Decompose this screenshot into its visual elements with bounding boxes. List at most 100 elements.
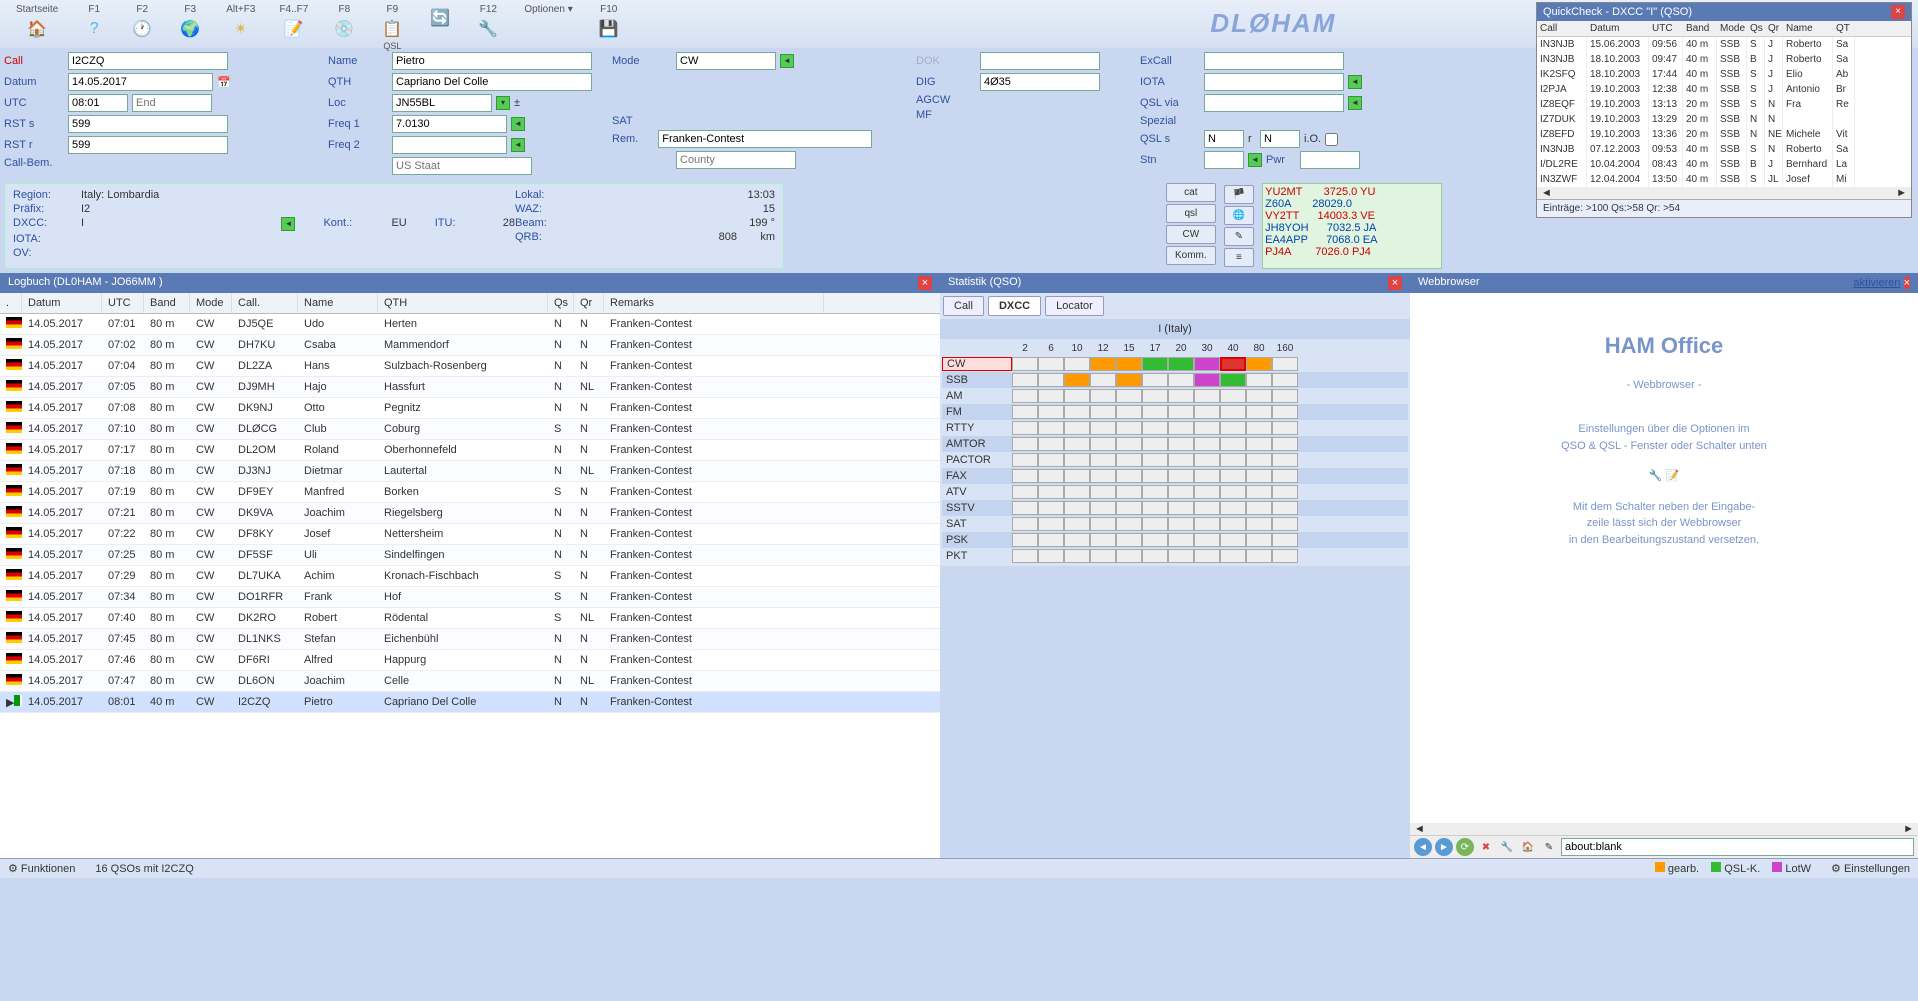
stn-dropdown-icon[interactable]: ◄: [1248, 153, 1262, 167]
usstaat-input[interactable]: [392, 157, 532, 175]
toolbar-F10[interactable]: F10💾: [585, 2, 633, 43]
dxcc-dropdown-icon[interactable]: ◄: [281, 217, 295, 231]
mode-dropdown-icon[interactable]: ◄: [780, 54, 794, 68]
tool-icon[interactable]: 🔧: [1498, 838, 1516, 856]
note-icon[interactable]: 📝: [1666, 470, 1680, 482]
log-row[interactable]: 14.05.201707:2180 mCWDK9VAJoachimRiegels…: [0, 503, 940, 524]
reload-icon[interactable]: ⟳: [1456, 838, 1474, 856]
freq2-dropdown-icon[interactable]: ◄: [511, 138, 525, 152]
cw-button[interactable]: CW: [1166, 225, 1216, 244]
close-icon[interactable]: ×: [1388, 276, 1402, 290]
freq1-input[interactable]: [392, 115, 507, 133]
close-icon[interactable]: ×: [1904, 277, 1910, 289]
qsls-r-input[interactable]: [1260, 130, 1300, 148]
log-row[interactable]: 14.05.201707:0880 mCWDK9NJOttoPegnitzNNF…: [0, 398, 940, 419]
log-row[interactable]: 14.05.201707:1080 mCWDLØCGClubCoburgSNFr…: [0, 419, 940, 440]
qc-scrollbar[interactable]: ◄►: [1537, 187, 1911, 199]
io-checkbox[interactable]: [1325, 133, 1338, 146]
stats-title: Statistik (QSO)×: [940, 273, 1410, 293]
qslvia-input[interactable]: [1204, 94, 1344, 112]
wand-icon[interactable]: ✎: [1224, 227, 1254, 246]
toolbar-Startseite[interactable]: Startseite🏠: [4, 2, 70, 43]
pwr-input[interactable]: [1300, 151, 1360, 169]
stop-icon[interactable]: ✖: [1477, 838, 1495, 856]
cat-button[interactable]: cat: [1166, 183, 1216, 202]
log-row[interactable]: 14.05.201707:4580 mCWDL1NKSStefanEichenb…: [0, 629, 940, 650]
close-icon[interactable]: ×: [1891, 5, 1905, 19]
excall-input[interactable]: [1204, 52, 1344, 70]
log-row[interactable]: ▶14.05.201708:0140 mCWI2CZQPietroCaprian…: [0, 692, 940, 713]
iota-input[interactable]: [1204, 73, 1344, 91]
tab-call[interactable]: Call: [943, 296, 984, 316]
datum-input[interactable]: [68, 73, 213, 91]
log-row[interactable]: 14.05.201707:2280 mCWDF8KYJosefNettershe…: [0, 524, 940, 545]
toolbar-F12[interactable]: F12🔧: [464, 2, 512, 43]
logbook-body[interactable]: 14.05.201707:0180 mCWDJ5QEUdoHertenNNFra…: [0, 314, 940, 858]
iota-dropdown-icon[interactable]: ◄: [1348, 75, 1362, 89]
einstellungen-link[interactable]: ⚙ Einstellungen: [1831, 862, 1910, 875]
freq2-input[interactable]: [392, 136, 507, 154]
komm-button[interactable]: Komm.: [1166, 246, 1216, 265]
logbook-title: Logbuch (DL0HAM - JO66MM )×: [0, 273, 940, 293]
freq1-dropdown-icon[interactable]: ◄: [511, 117, 525, 131]
county-input[interactable]: [676, 151, 796, 169]
activate-link[interactable]: aktivieren: [1853, 277, 1900, 289]
end-input[interactable]: [132, 94, 212, 112]
prefix-value: I2: [81, 203, 515, 215]
rem-input[interactable]: [658, 130, 872, 148]
back-icon[interactable]: ◄: [1414, 838, 1432, 856]
log-row[interactable]: 14.05.201707:2580 mCWDF5SFUliSindelfinge…: [0, 545, 940, 566]
toolbar-F3[interactable]: F3🌍: [166, 2, 214, 43]
toolbar-Optionen ▾[interactable]: Optionen ▾: [512, 2, 584, 43]
tab-dxcc[interactable]: DXCC: [988, 296, 1041, 316]
toolbar-F9[interactable]: F9📋QSL: [368, 2, 416, 53]
funktionen-link[interactable]: ⚙ Funktionen: [8, 862, 75, 875]
qslvia-dropdown-icon[interactable]: ◄: [1348, 96, 1362, 110]
url-input[interactable]: [1561, 838, 1914, 856]
dig-input[interactable]: [980, 73, 1100, 91]
log-row[interactable]: 14.05.201707:2980 mCWDL7UKAAchimKronach-…: [0, 566, 940, 587]
flag-icon[interactable]: 🏴: [1224, 185, 1254, 204]
log-row[interactable]: 14.05.201707:4780 mCWDL6ONJoachimCelleNN…: [0, 671, 940, 692]
stn-input[interactable]: [1204, 151, 1244, 169]
home-icon[interactable]: 🏠: [1519, 838, 1537, 856]
rsts-input[interactable]: [68, 115, 228, 133]
forward-icon[interactable]: ►: [1435, 838, 1453, 856]
wrench-icon[interactable]: 🔧: [1649, 470, 1663, 482]
toolbar-Alt+F3[interactable]: Alt+F3✴: [214, 2, 267, 43]
globe-icon[interactable]: 🌐: [1224, 206, 1254, 225]
call-input[interactable]: [68, 52, 228, 70]
toolbar-F2[interactable]: F2🕐: [118, 2, 166, 43]
qsl-button[interactable]: qsl: [1166, 204, 1216, 223]
log-row[interactable]: 14.05.201707:0280 mCWDH7KUCsabaMammendor…: [0, 335, 940, 356]
qth-input[interactable]: [392, 73, 592, 91]
log-row[interactable]: 14.05.201707:4080 mCWDK2RORobertRödental…: [0, 608, 940, 629]
close-icon[interactable]: ×: [918, 276, 932, 290]
list-icon[interactable]: ≡: [1224, 248, 1254, 267]
calendar-icon[interactable]: 📅: [217, 76, 231, 89]
log-row[interactable]: 14.05.201707:0180 mCWDJ5QEUdoHertenNNFra…: [0, 314, 940, 335]
loc-dropdown-icon[interactable]: ▾: [496, 96, 510, 110]
log-row[interactable]: 14.05.201707:0480 mCWDL2ZAHansSulzbach-R…: [0, 356, 940, 377]
name-input[interactable]: [392, 52, 592, 70]
toolbar-F1[interactable]: F1?: [70, 2, 118, 43]
mode-input[interactable]: [676, 52, 776, 70]
toolbar-F8[interactable]: F8💿: [320, 2, 368, 43]
loc-input[interactable]: [392, 94, 492, 112]
loc-plus-icon[interactable]: ±: [514, 97, 520, 109]
rstr-input[interactable]: [68, 136, 228, 154]
toolbar-F4..F7[interactable]: F4..F7📝: [267, 2, 320, 43]
log-row[interactable]: 14.05.201707:1980 mCWDF9EYManfredBorkenS…: [0, 482, 940, 503]
log-row[interactable]: 14.05.201707:1880 mCWDJ3NJDietmarLautert…: [0, 461, 940, 482]
tab-locator[interactable]: Locator: [1045, 296, 1104, 316]
qsls-s-input[interactable]: [1204, 130, 1244, 148]
log-row[interactable]: 14.05.201707:3480 mCWDO1RFRFrankHofSNFra…: [0, 587, 940, 608]
toolbar-btn[interactable]: 🔄: [416, 2, 464, 32]
log-row[interactable]: 14.05.201707:0580 mCWDJ9MHHajoHassfurtNN…: [0, 377, 940, 398]
browser-scrollbar[interactable]: ◄►: [1410, 823, 1918, 835]
log-row[interactable]: 14.05.201707:4680 mCWDF6RIAlfredHappurgN…: [0, 650, 940, 671]
log-row[interactable]: 14.05.201707:1780 mCWDL2OMRolandOberhonn…: [0, 440, 940, 461]
edit-icon[interactable]: ✎: [1540, 838, 1558, 856]
dok-input[interactable]: [980, 52, 1100, 70]
utc-input[interactable]: [68, 94, 128, 112]
